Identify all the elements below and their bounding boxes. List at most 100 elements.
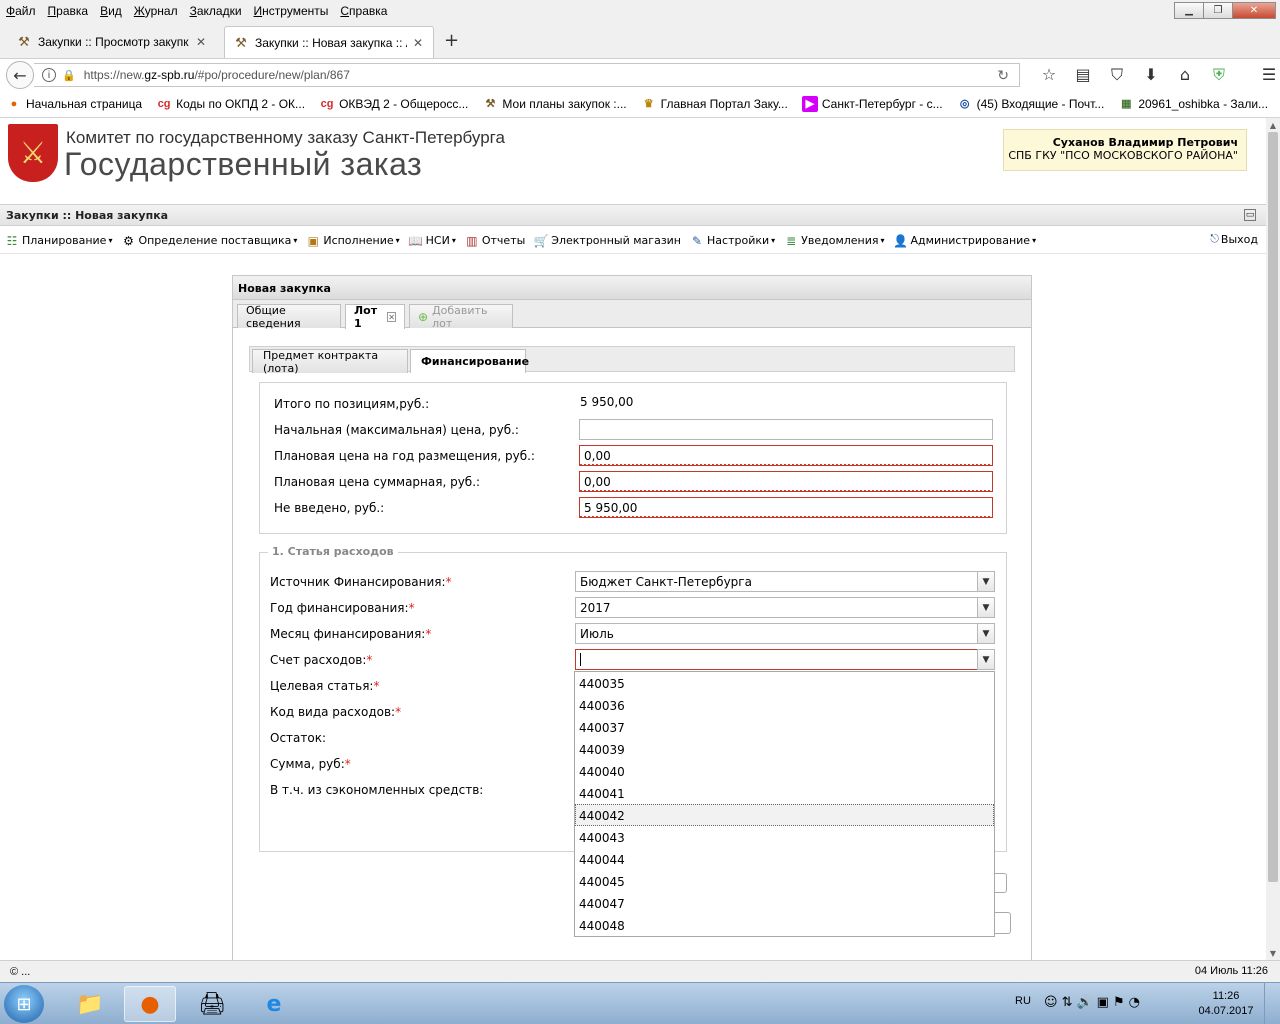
explorer-icon[interactable]: 📁 — [64, 986, 116, 1022]
cg-icon: cg — [157, 97, 171, 110]
bookmark-star-icon[interactable]: ☆ — [1032, 65, 1066, 85]
home-icon[interactable]: ⌂ — [1168, 65, 1202, 85]
bookmark-okved[interactable]: cg ОКВЭД 2 - Общеросс... — [319, 96, 469, 112]
url-domain: gz-spb.ru — [144, 68, 195, 82]
dropdown-option[interactable]: 440036 — [575, 694, 994, 716]
add-button[interactable] — [995, 873, 1007, 893]
hamburger-menu-icon[interactable]: ☰ — [1252, 65, 1280, 85]
dropdown-option[interactable]: 440037 — [575, 716, 994, 738]
page-scrollbar[interactable]: ▲ ▼ — [1266, 118, 1280, 960]
tab-lot-1[interactable]: Лот 1 ✕ — [345, 304, 405, 330]
windows-start-icon[interactable]: ⊞ — [4, 985, 44, 1023]
clock[interactable]: 11:26 04.07.2017 — [1198, 989, 1254, 1019]
menu-planning[interactable]: ☷ Планирование ▾ — [4, 233, 113, 249]
dropdown-option[interactable]: 440044 — [575, 848, 994, 870]
reading-list-icon[interactable]: ▤ — [1066, 65, 1100, 85]
menu-history[interactable]: Журнал — [134, 4, 178, 18]
dropdown-option[interactable]: 440041 — [575, 782, 994, 804]
bookmark-start-page[interactable]: ● Начальная страница — [6, 96, 142, 112]
org-name: Комитет по государственному заказу Санкт… — [66, 128, 505, 147]
pocket-icon[interactable]: ⛉ — [1100, 65, 1134, 85]
shield-icon[interactable]: ⛨ — [1202, 65, 1236, 85]
tab-add-lot[interactable]: ⊕ Добавить лот — [409, 304, 513, 330]
menu-tools[interactable]: Инструменты — [254, 4, 329, 18]
chevron-down-icon[interactable]: ▼ — [977, 597, 995, 618]
month-combo[interactable]: Июль ▼ — [575, 623, 995, 644]
logout-button[interactable]: ⎋ Выход — [1210, 232, 1258, 246]
bookmark-mail[interactable]: ◎ (45) Входящие - Почт... — [957, 96, 1105, 112]
back-button[interactable]: ← — [6, 61, 34, 89]
tab-contract-subject[interactable]: Предмет контракта (лота) — [252, 349, 408, 375]
menu-notifications[interactable]: ≣ Уведомления ▾ — [783, 233, 884, 249]
tray-status-icon[interactable]: ◔ — [1129, 995, 1140, 1010]
flag-icon[interactable]: ⚑ — [1113, 995, 1125, 1010]
year-price-input[interactable]: 0,00 — [579, 445, 993, 466]
close-tab-icon[interactable]: ✕ — [196, 35, 206, 49]
menu-help[interactable]: Справка — [340, 4, 387, 18]
dropdown-option-hovered[interactable]: 440042 — [575, 804, 994, 826]
language-indicator[interactable]: RU — [1015, 995, 1031, 1007]
chevron-down-icon[interactable]: ▼ — [977, 623, 995, 644]
info-icon[interactable]: i — [42, 68, 56, 82]
bookmark-oshibka[interactable]: ▦ 20961_oshibka - Зали... — [1118, 96, 1268, 112]
scanner-icon[interactable]: 🖨 — [186, 986, 238, 1022]
menu-file[interactable]: Файл — [6, 4, 36, 18]
dropdown-option[interactable]: 440040 — [575, 760, 994, 782]
not-entered-input[interactable]: 5 950,00 — [579, 497, 993, 518]
maximize-button[interactable]: ❐ — [1203, 2, 1233, 19]
ie-icon[interactable]: e — [248, 986, 300, 1022]
nmc-input[interactable] — [579, 419, 993, 440]
close-tab-icon[interactable]: ✕ — [413, 36, 423, 50]
menu-nsi[interactable]: 📖 НСИ ▾ — [408, 233, 456, 249]
dropdown-option[interactable]: 440048 — [575, 914, 994, 936]
new-tab-button[interactable]: + — [444, 30, 459, 51]
tab-general-info[interactable]: Общие сведения — [237, 304, 341, 330]
account-combo[interactable]: ▼ — [575, 649, 995, 670]
download-icon[interactable]: ⬇ — [1134, 65, 1168, 85]
menu-settings[interactable]: ✎ Настройки ▾ — [689, 233, 775, 249]
chevron-down-icon[interactable]: ▼ — [977, 649, 995, 670]
action-button[interactable] — [995, 912, 1011, 934]
menu-bookmarks[interactable]: Закладки — [190, 4, 242, 18]
tray-display-icon[interactable]: ▣ — [1097, 995, 1109, 1010]
menu-supplier[interactable]: ⚙ Определение поставщика ▾ — [120, 233, 297, 249]
scroll-down-icon[interactable]: ▼ — [1266, 946, 1280, 960]
dropdown-option[interactable]: 440035 — [575, 672, 994, 694]
scroll-thumb[interactable] — [1268, 132, 1278, 882]
tray-network-icon[interactable]: ⇅ — [1062, 995, 1073, 1010]
bookmark-spb[interactable]: ▶ Санкт-Петербург - с... — [801, 95, 943, 112]
bookmark-portal[interactable]: ♛ Главная Портал Заку... — [641, 96, 788, 112]
bookmark-okpd[interactable]: cg Коды по ОКПД 2 - ОК... — [156, 96, 305, 112]
close-window-button[interactable]: ✕ — [1232, 2, 1276, 19]
dropdown-option[interactable]: 440047 — [575, 892, 994, 914]
browser-tab-view-purchase[interactable]: ⚒ Закупки :: Просмотр закупк ✕ — [8, 26, 224, 58]
reload-icon[interactable]: ↻ — [997, 67, 1009, 84]
url-bar[interactable]: i 🔒 https://new. gz-spb.ru/#po/procedure/… — [34, 63, 1020, 87]
menu-execution[interactable]: ▣ Исполнение ▾ — [305, 233, 400, 249]
chevron-down-icon[interactable]: ▼ — [977, 571, 995, 592]
sum-price-input[interactable]: 0,00 — [579, 471, 993, 492]
minimize-button[interactable]: ▁ — [1174, 2, 1204, 19]
close-tab-icon[interactable]: ✕ — [387, 312, 396, 322]
scroll-up-icon[interactable]: ▲ — [1266, 118, 1280, 132]
menu-admin[interactable]: 👤 Администрирование ▾ — [893, 233, 1036, 249]
lock-icon[interactable]: 🔒 — [62, 69, 76, 82]
collapse-icon[interactable]: ▭ — [1244, 209, 1256, 221]
dropdown-option[interactable]: 440045 — [575, 870, 994, 892]
tray-app-icon[interactable]: ☺ — [1044, 995, 1058, 1010]
menu-reports[interactable]: ▥ Отчеты — [464, 233, 525, 249]
source-combo[interactable]: Бюджет Санкт-Петербурга ▼ — [575, 571, 995, 592]
browser-tab-new-purchase[interactable]: ⚒ Закупки :: Новая закупка :: А ✕ — [224, 26, 434, 58]
label-text: Код вида расходов: — [270, 705, 396, 719]
firefox-taskbar-icon[interactable]: ● — [124, 986, 176, 1022]
menu-eshop[interactable]: 🛒 Электронный магазин — [533, 233, 681, 249]
dropdown-option[interactable]: 440043 — [575, 826, 994, 848]
volume-icon[interactable]: 🔊 — [1076, 995, 1092, 1010]
bookmark-my-plans[interactable]: ⚒ Мои планы закупок :... — [482, 96, 626, 112]
show-desktop-button[interactable] — [1264, 983, 1280, 1024]
menu-view[interactable]: Вид — [100, 4, 122, 18]
tab-financing[interactable]: Финансирование — [410, 349, 529, 373]
menu-edit[interactable]: Правка — [48, 4, 89, 18]
year-combo[interactable]: 2017 ▼ — [575, 597, 995, 618]
dropdown-option[interactable]: 440039 — [575, 738, 994, 760]
